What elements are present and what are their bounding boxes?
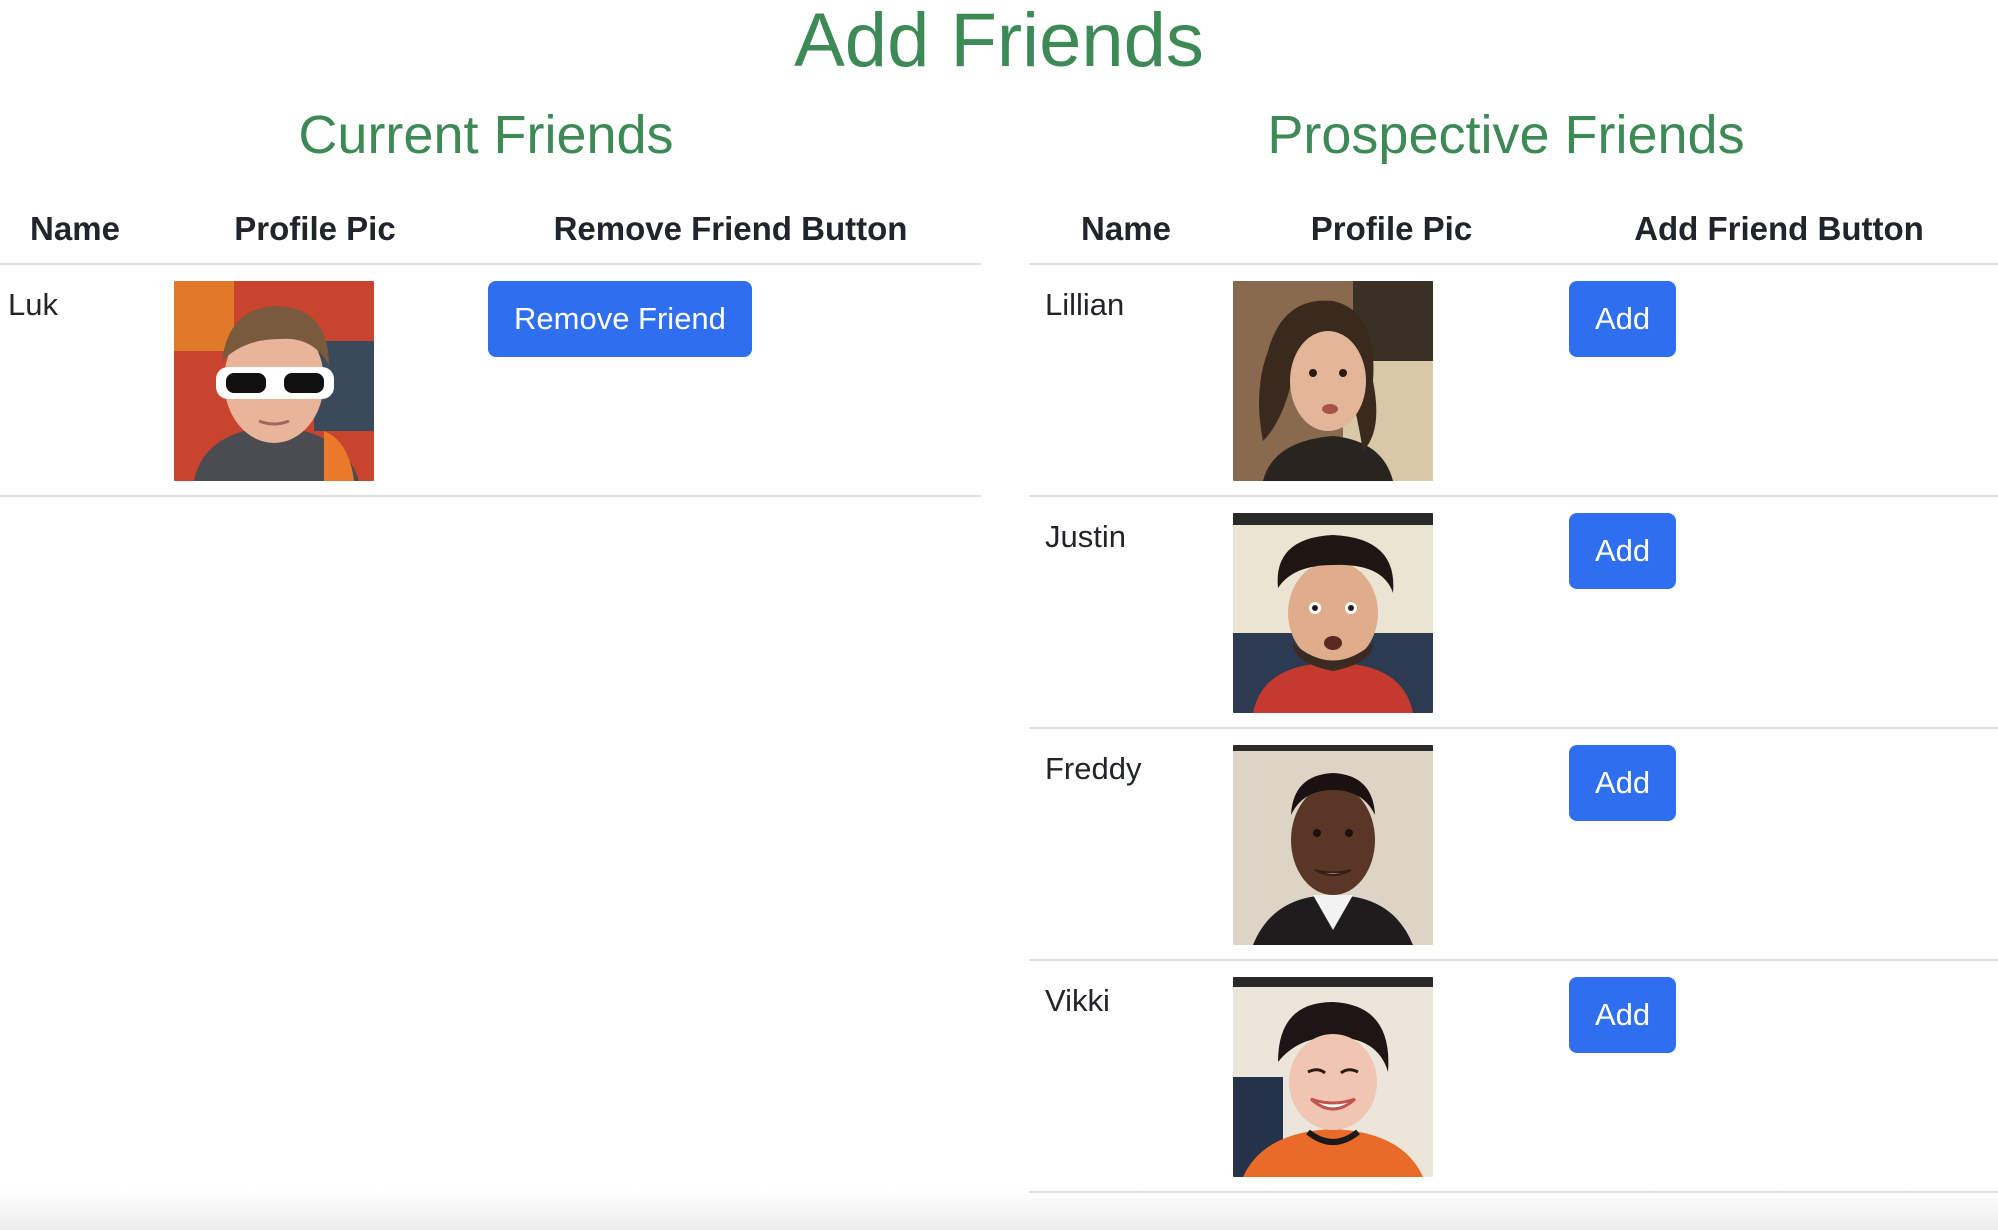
add-friend-button[interactable]: Add: [1569, 977, 1677, 1053]
prospect-name: Vikki: [1029, 960, 1223, 1193]
column-header-profile-pic: Profile Pic: [1223, 195, 1560, 265]
column-header-add-friend-button: Add Friend Button: [1560, 195, 1998, 265]
table-header-row: Name Profile Pic Add Friend Button: [1029, 195, 1998, 265]
remove-friend-button[interactable]: Remove Friend: [488, 281, 752, 357]
prospective-friends-panel: Prospective Friends Name Profile Pic Add…: [1029, 100, 1998, 1193]
current-friends-table: Name Profile Pic Remove Friend Button Lu…: [0, 195, 981, 497]
column-header-profile-pic: Profile Pic: [150, 195, 480, 265]
prospective-friends-table: Name Profile Pic Add Friend Button Lilli…: [1029, 195, 1998, 1193]
profile-photo: [174, 281, 374, 481]
add-friend-cell: Add: [1560, 264, 1998, 497]
add-friend-cell: Add: [1560, 496, 1998, 729]
table-row: Lillian Add: [1029, 264, 1998, 497]
friend-name: Luk: [0, 264, 150, 497]
table-row: Vikki Add: [1029, 960, 1998, 1193]
remove-friend-cell: Remove Friend: [480, 264, 981, 497]
profile-photo: [1233, 513, 1433, 713]
column-header-name: Name: [1029, 195, 1223, 265]
add-friend-button[interactable]: Add: [1569, 513, 1677, 589]
column-header-name: Name: [0, 195, 150, 265]
table-row: Justin Add: [1029, 496, 1998, 729]
current-friends-title: Current Friends: [298, 105, 674, 165]
add-friend-button[interactable]: Add: [1569, 745, 1677, 821]
table-row: Luk Remove Friend: [0, 264, 981, 497]
prospective-friends-title: Prospective Friends: [1267, 105, 1745, 165]
table-row: Freddy Add: [1029, 728, 1998, 961]
prospect-name: Lillian: [1029, 264, 1223, 497]
column-header-remove-friend-button: Remove Friend Button: [480, 195, 981, 265]
profile-pic-cell: [1223, 728, 1560, 961]
page-title: Add Friends: [794, 0, 1204, 83]
profile-pic-cell: [1223, 496, 1560, 729]
prospect-name: Justin: [1029, 496, 1223, 729]
add-friend-cell: Add: [1560, 728, 1998, 961]
prospect-name: Freddy: [1029, 728, 1223, 961]
profile-photo: [1233, 281, 1433, 481]
profile-photo: [1233, 745, 1433, 945]
profile-pic-cell: [1223, 960, 1560, 1193]
add-friend-button[interactable]: Add: [1569, 281, 1677, 357]
profile-photo: [1233, 977, 1433, 1177]
bottom-shadow: [0, 1190, 1998, 1230]
profile-pic-cell: [150, 264, 480, 497]
profile-pic-cell: [1223, 264, 1560, 497]
table-header-row: Name Profile Pic Remove Friend Button: [0, 195, 981, 265]
current-friends-panel: Current Friends Name Profile Pic Remove …: [0, 100, 981, 497]
add-friend-cell: Add: [1560, 960, 1998, 1193]
